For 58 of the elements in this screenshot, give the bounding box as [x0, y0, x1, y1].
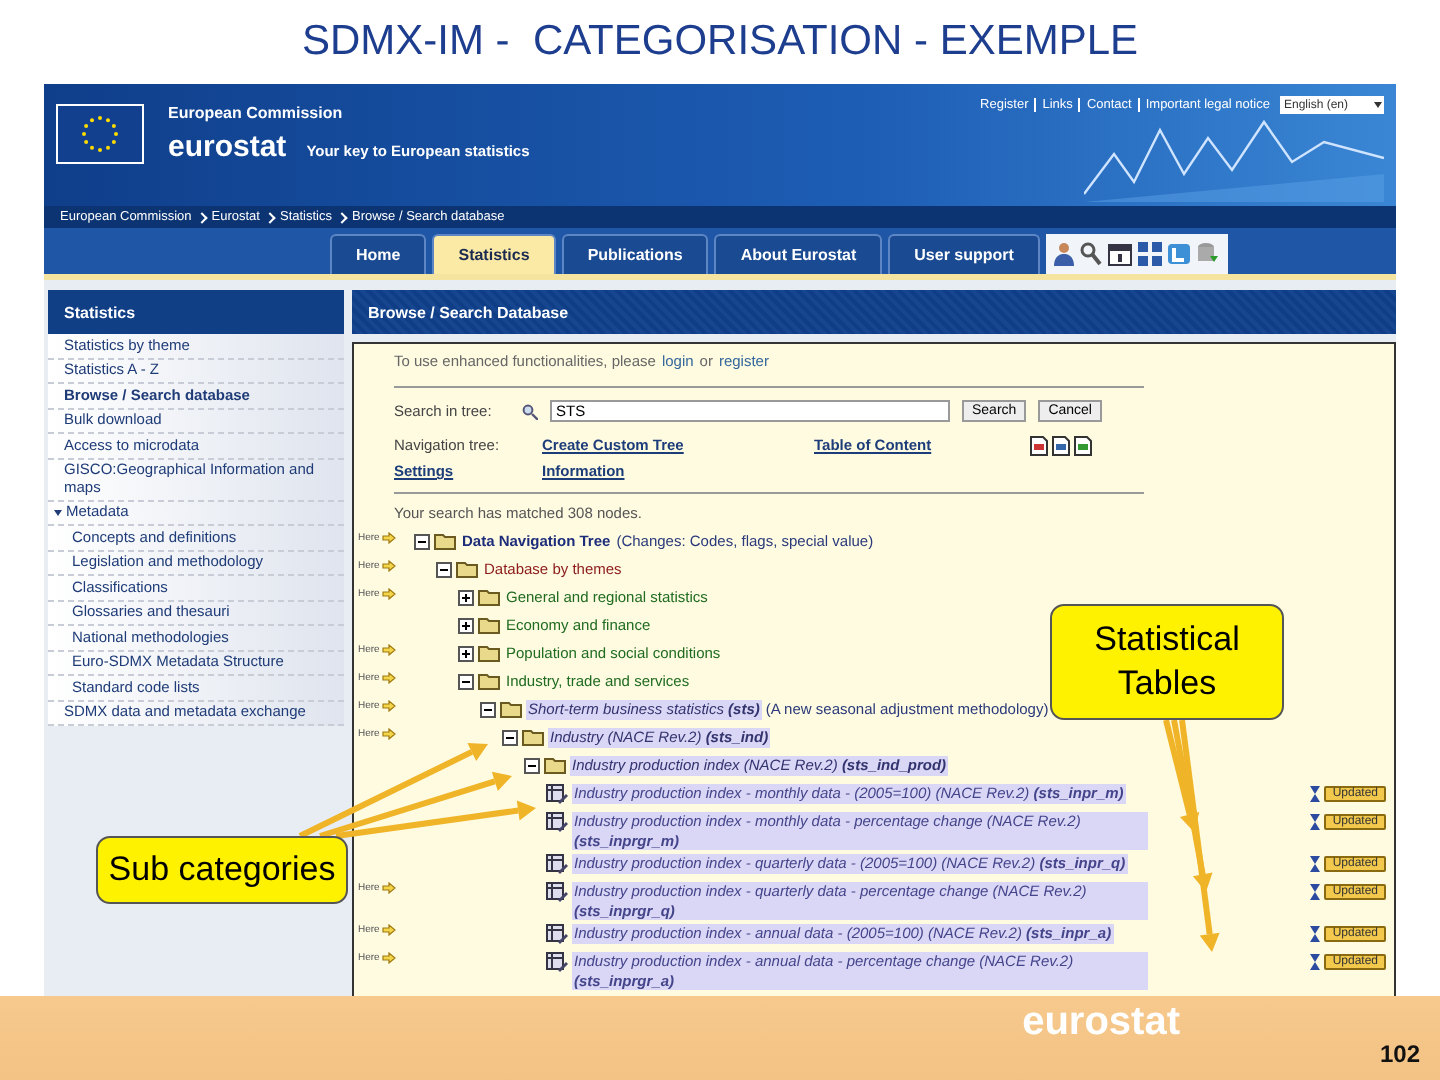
folder-icon [478, 672, 500, 690]
arrow-icon[interactable] [381, 672, 396, 684]
slide-title: SDMX-IM - CATEGORISATION - EXEMPLE [299, 16, 1141, 68]
collapse-icon[interactable] [480, 702, 496, 718]
arrow-icon[interactable] [381, 882, 396, 894]
collapse-icon[interactable] [502, 730, 518, 746]
collapse-icon[interactable] [436, 562, 452, 578]
table-icon [546, 952, 568, 972]
folder-icon [500, 700, 522, 718]
calendar-icon[interactable] [1107, 242, 1132, 266]
sidebar-title: Statistics [48, 290, 344, 334]
folder-icon [434, 532, 456, 550]
arrow-icon[interactable] [381, 560, 396, 572]
folder-icon [456, 560, 478, 578]
folder-icon [522, 728, 544, 746]
arrow-icon[interactable] [381, 700, 396, 712]
folder-icon [478, 588, 500, 606]
nav-tab[interactable]: User support [888, 234, 1040, 274]
folder-icon [478, 616, 500, 634]
table-icon [546, 924, 568, 944]
grid-icon[interactable] [1137, 242, 1162, 266]
organisation-name: European Commission [168, 104, 345, 122]
section-title: Browse / Search Database [352, 290, 1396, 334]
nav-tab[interactable]: Home [330, 234, 427, 274]
arrow-icon[interactable] [381, 924, 396, 936]
search-icon [522, 403, 538, 419]
eu-flag-icon [56, 104, 144, 164]
expand-icon[interactable] [458, 618, 474, 634]
collapse-icon[interactable] [414, 534, 430, 550]
arrow-icon[interactable] [381, 952, 396, 964]
document-icon[interactable] [1052, 436, 1070, 456]
collapse-icon[interactable] [458, 674, 474, 690]
footer-logo: eurostat [1022, 1000, 1180, 1046]
table-icon [546, 854, 568, 874]
person-icon[interactable] [1053, 242, 1074, 266]
table-icon [546, 784, 568, 804]
arrow-icon[interactable] [381, 532, 396, 544]
nav-tab[interactable]: About Eurostat [714, 234, 883, 274]
arrow-icon[interactable] [381, 728, 396, 740]
nav-tab[interactable]: Statistics [432, 234, 556, 274]
search-icon[interactable] [1079, 242, 1102, 266]
collapse-icon[interactable] [524, 758, 540, 774]
callout-label: Statistical Tables [1050, 604, 1284, 720]
arrow-icon[interactable] [381, 588, 396, 600]
document-icon[interactable] [1074, 436, 1092, 456]
folder-icon [478, 644, 500, 662]
expand-icon[interactable] [458, 646, 474, 662]
folder-icon [544, 756, 566, 774]
page-number: 102 [1379, 1040, 1420, 1068]
table-icon [546, 882, 568, 902]
document-icon[interactable] [1030, 436, 1048, 456]
database-icon[interactable] [1195, 242, 1220, 266]
expand-icon[interactable] [458, 590, 474, 606]
arrow-icon[interactable] [381, 644, 396, 656]
brand-logo[interactable]: eurostat [168, 130, 287, 164]
callout-label: Sub categories [96, 836, 348, 904]
nav-tab[interactable]: Publications [561, 234, 709, 274]
table-icon [546, 812, 568, 832]
